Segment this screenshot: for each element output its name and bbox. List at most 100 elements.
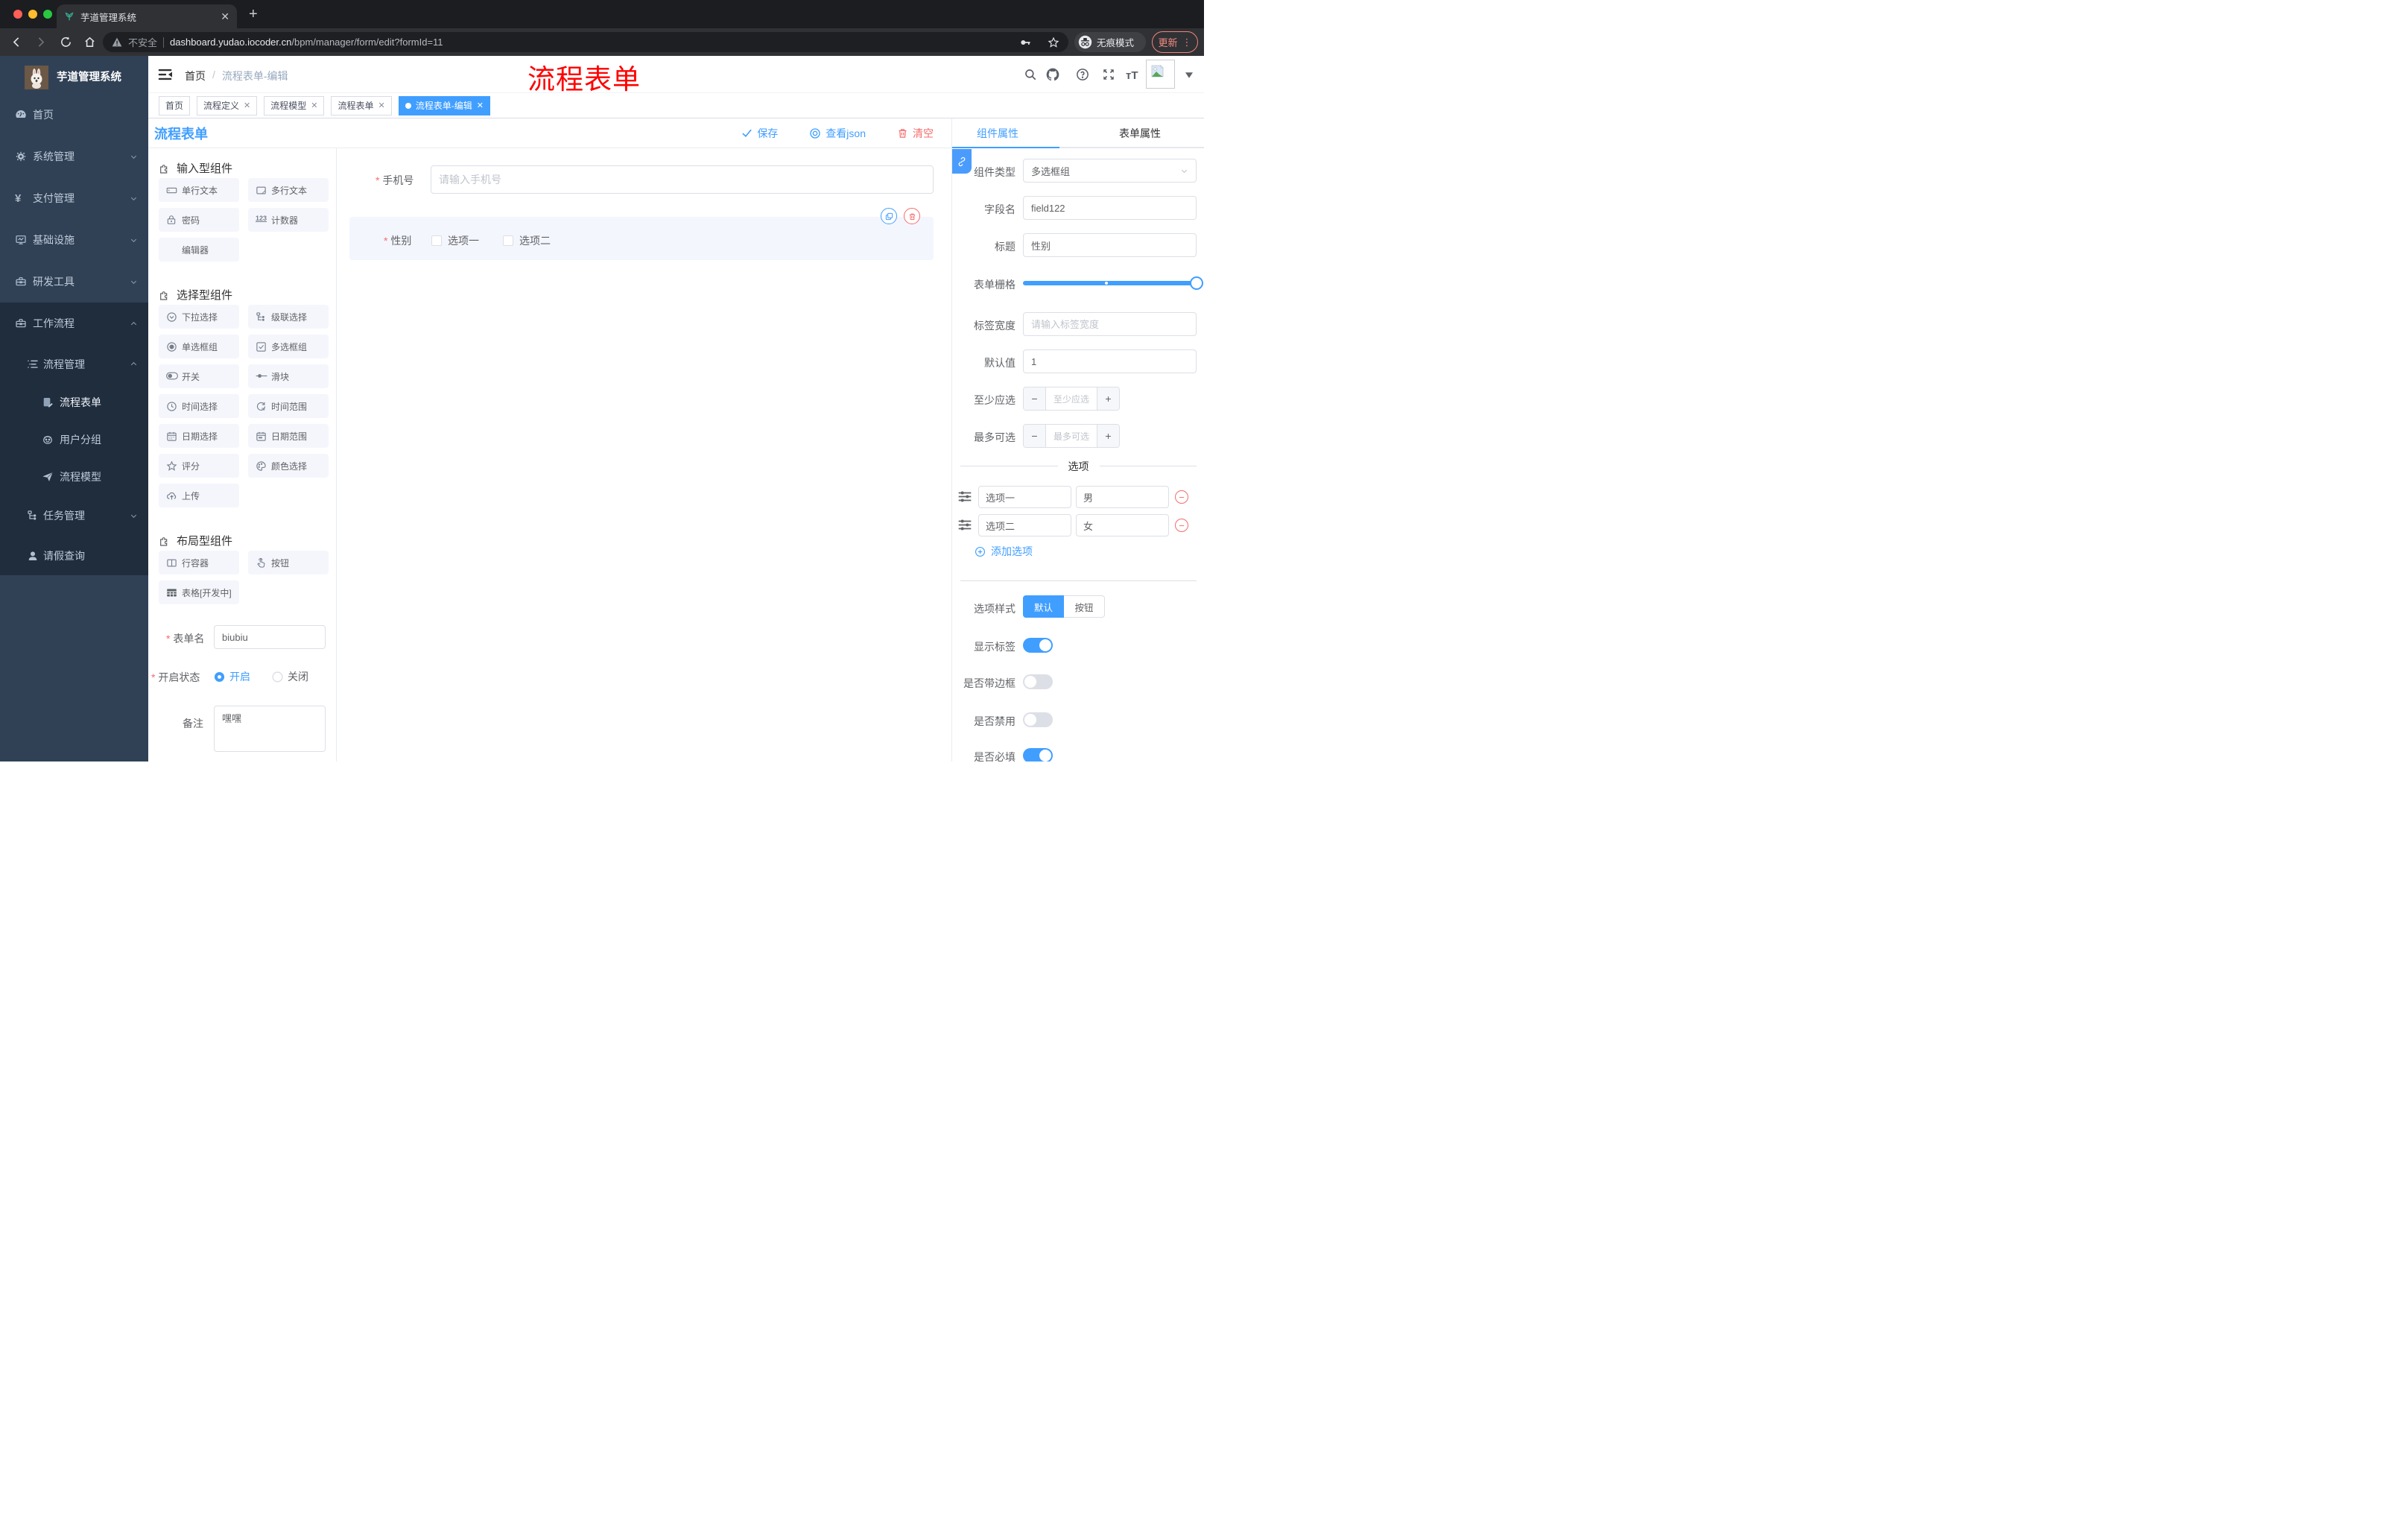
duplicate-component-button[interactable] xyxy=(881,208,897,224)
border-toggle[interactable] xyxy=(1023,674,1053,689)
close-icon[interactable]: ✕ xyxy=(311,101,317,110)
component-chip-cascader[interactable]: 级联选择 xyxy=(248,305,329,329)
fullscreen-icon[interactable] xyxy=(1102,68,1115,81)
tag-process-form[interactable]: 流程表单 ✕ xyxy=(331,95,392,115)
avatar[interactable] xyxy=(1146,60,1175,89)
sidebar-item-leave-query[interactable]: 请假查询 xyxy=(0,536,148,575)
bookmark-star-icon[interactable] xyxy=(1048,37,1059,48)
sidebar-item-process-form[interactable]: 流程表单 xyxy=(0,384,148,421)
component-chip-counter[interactable]: 123 计数器 xyxy=(248,208,329,232)
sidebar-item-home[interactable]: 首页 xyxy=(0,94,148,136)
plus-icon[interactable]: + xyxy=(1097,425,1119,447)
page-url[interactable]: dashboard.yudao.iocoder.cn/bpm/manager/f… xyxy=(170,37,443,48)
status-radio-on[interactable]: 开启 xyxy=(214,669,250,684)
disabled-toggle[interactable] xyxy=(1023,712,1053,727)
browser-update-button[interactable]: 更新 ⋮ xyxy=(1152,31,1198,53)
sidebar-fold-icon[interactable] xyxy=(158,68,172,81)
add-option-button[interactable]: 添加选项 xyxy=(975,544,1033,559)
component-chip-table[interactable]: 表格[开发中] xyxy=(159,580,239,604)
search-icon[interactable] xyxy=(1024,68,1037,81)
component-chip-date-picker[interactable]: 日期选择 xyxy=(159,424,239,448)
option-1-label-input[interactable] xyxy=(978,486,1071,508)
component-chip-time-picker[interactable]: 时间选择 xyxy=(159,394,239,418)
browser-tab[interactable]: 芋道管理系统 ✕ xyxy=(57,4,237,28)
tag-process-model[interactable]: 流程模型 ✕ xyxy=(264,95,325,115)
sidebar-item-system[interactable]: 系统管理 xyxy=(0,136,148,177)
tab-close-icon[interactable]: ✕ xyxy=(221,10,229,23)
title-input[interactable] xyxy=(1023,233,1197,257)
checkbox-icon[interactable] xyxy=(431,235,442,246)
browser-menu-icon[interactable]: ⋮ xyxy=(1182,37,1192,48)
sidebar-item-infrastructure[interactable]: 基础设施 xyxy=(0,219,148,261)
component-chip-password[interactable]: 密码 xyxy=(159,208,239,232)
tag-home[interactable]: 首页 xyxy=(159,95,191,115)
option-2-value-input[interactable] xyxy=(1076,514,1169,536)
max-select-value[interactable]: 最多可选 xyxy=(1046,425,1097,447)
component-chip-select[interactable]: 下拉选择 xyxy=(159,305,239,329)
sidebar-item-process-model[interactable]: 流程模型 xyxy=(0,458,148,495)
sidebar-item-devtools[interactable]: 研发工具 xyxy=(0,261,148,303)
logo-block[interactable]: 芋道管理系统 xyxy=(0,56,148,94)
remove-option-icon[interactable]: − xyxy=(1175,519,1188,532)
drag-handle-icon[interactable] xyxy=(957,490,972,503)
show-label-toggle[interactable] xyxy=(1023,638,1053,653)
tag-process-definition[interactable]: 流程定义 ✕ xyxy=(197,95,258,115)
component-chip-radio-group[interactable]: 单选框组 xyxy=(159,335,239,358)
tag-process-form-edit[interactable]: 流程表单-编辑 ✕ xyxy=(398,95,490,115)
component-chip-switch[interactable]: 开关 xyxy=(159,364,239,388)
font-size-icon[interactable]: ᴛT xyxy=(1126,69,1138,82)
close-icon[interactable]: ✕ xyxy=(244,101,250,110)
component-chip-button[interactable]: 按钮 xyxy=(248,551,329,574)
close-icon[interactable]: ✕ xyxy=(378,101,385,110)
security-label[interactable]: 不安全 xyxy=(128,35,157,49)
component-chip-editor[interactable]: 编辑器 xyxy=(159,238,239,262)
password-key-icon[interactable] xyxy=(1019,37,1031,48)
field-name-input[interactable] xyxy=(1023,196,1197,220)
selected-component-gender[interactable]: 性别 选项一 选项二 xyxy=(349,217,934,260)
component-chip-time-range[interactable]: 时间范围 xyxy=(248,394,329,418)
component-chip-row-container[interactable]: 行容器 xyxy=(159,551,239,574)
required-toggle[interactable] xyxy=(1023,748,1053,762)
sidebar-item-task-management[interactable]: 任务管理 xyxy=(0,495,148,536)
default-value-input[interactable] xyxy=(1023,349,1197,373)
address-bar[interactable]: 不安全 dashboard.yudao.iocoder.cn/bpm/manag… xyxy=(103,32,1068,52)
style-default-button[interactable]: 默认 xyxy=(1023,595,1064,618)
sidebar-item-payment[interactable]: ¥ 支付管理 xyxy=(0,177,148,219)
status-radio-off[interactable]: 关闭 xyxy=(272,669,308,684)
component-chip-multi-line-text[interactable]: 多行文本 xyxy=(248,178,329,202)
slider-thumb[interactable] xyxy=(1190,276,1203,290)
sidebar-item-user-group[interactable]: 用户分组 xyxy=(0,421,148,458)
zoom-window-button[interactable] xyxy=(43,10,52,19)
tab-form-props[interactable]: 表单属性 xyxy=(1119,126,1161,141)
gender-option-1[interactable]: 选项一 xyxy=(431,233,479,248)
form-name-input[interactable] xyxy=(214,625,326,649)
style-button-button[interactable]: 按钮 xyxy=(1064,595,1105,618)
checkbox-icon[interactable] xyxy=(503,235,513,246)
help-icon[interactable] xyxy=(1076,68,1089,81)
component-chip-date-range[interactable]: 日期范围 xyxy=(248,424,329,448)
minimize-window-button[interactable] xyxy=(28,10,37,19)
new-tab-button[interactable]: + xyxy=(249,7,258,22)
remove-option-icon[interactable]: − xyxy=(1175,490,1188,504)
component-chip-rate[interactable]: 评分 xyxy=(159,454,239,478)
phone-field-input[interactable] xyxy=(431,165,934,194)
form-remark-textarea[interactable]: 嘿嘿 xyxy=(214,706,326,752)
component-chip-color-picker[interactable]: 颜色选择 xyxy=(248,454,329,478)
form-canvas[interactable]: 手机号 性别 选项一 选项二 xyxy=(337,148,951,762)
component-type-select[interactable]: 多选框组 xyxy=(1023,159,1197,183)
grid-slider-track[interactable] xyxy=(1023,276,1203,290)
option-1-value-input[interactable] xyxy=(1076,486,1169,508)
plus-icon[interactable]: + xyxy=(1097,387,1119,410)
save-button[interactable]: 保存 xyxy=(741,126,778,141)
sidebar-item-process-management[interactable]: 流程管理 xyxy=(0,344,148,384)
delete-component-button[interactable] xyxy=(904,208,920,224)
clear-button[interactable]: 清空 xyxy=(897,126,934,141)
min-select-value[interactable]: 至少应选 xyxy=(1046,387,1097,410)
minus-icon[interactable]: − xyxy=(1024,425,1046,447)
component-chip-slider[interactable]: 滑块 xyxy=(248,364,329,388)
close-window-button[interactable] xyxy=(13,10,22,19)
forward-icon[interactable] xyxy=(31,34,49,51)
close-icon[interactable]: ✕ xyxy=(477,101,484,110)
label-width-input[interactable] xyxy=(1023,312,1197,336)
back-icon[interactable] xyxy=(7,34,25,51)
